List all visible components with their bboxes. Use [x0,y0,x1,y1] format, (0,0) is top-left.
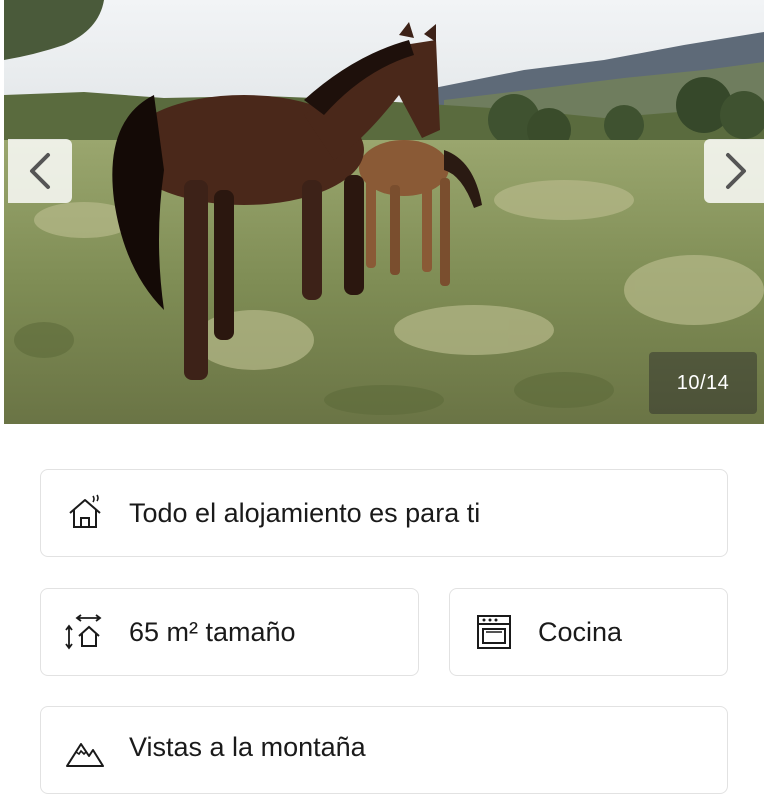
amenity-size: 65 m² tamaño [40,588,419,676]
gallery-prev-button[interactable] [8,139,72,203]
amenity-mountain-view-label: Vistas a la montaña [129,732,366,762]
photo-gallery[interactable]: 10/14 [4,0,764,424]
amenity-entire-place-label: Todo el alojamiento es para ti [129,497,481,528]
house-icon [65,493,105,533]
amenity-kitchen: Cocina [449,588,728,676]
chevron-right-icon [726,153,746,189]
oven-icon [474,612,514,652]
amenity-kitchen-label: Cocina [538,616,623,647]
amenity-mountain-view: Vistas a la montaña [40,706,728,794]
mountain-icon [65,732,105,772]
amenity-entire-place: Todo el alojamiento es para ti [40,469,728,557]
photo-counter: 10/14 [649,352,757,414]
gallery-next-button[interactable] [704,139,764,203]
floor-area-icon [65,612,105,652]
chevron-left-icon [30,153,50,189]
amenity-size-label: 65 m² tamaño [129,616,296,647]
